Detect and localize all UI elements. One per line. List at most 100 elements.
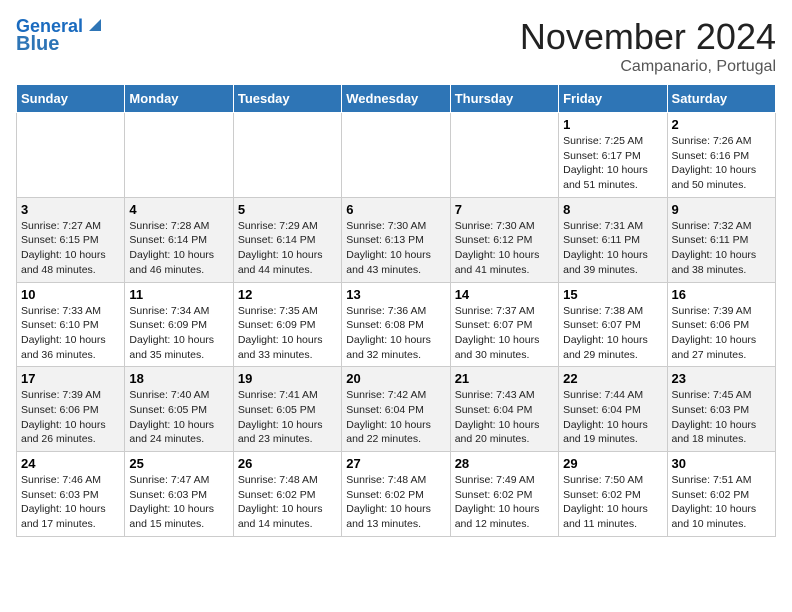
day-number: 19 (238, 371, 337, 386)
day-number: 28 (455, 456, 554, 471)
calendar-day-cell: 9Sunrise: 7:32 AM Sunset: 6:11 PM Daylig… (667, 197, 775, 282)
day-number: 1 (563, 117, 662, 132)
calendar-day-cell: 19 Sunrise: 7:41 AM Sunset: 6:05 PM Dayli… (233, 367, 341, 452)
day-info: Sunrise: 7:33 AM Sunset: 6:10 PM Dayligh… (21, 304, 120, 363)
weekday-header: Sunday (17, 85, 125, 113)
day-number: 12 (238, 287, 337, 302)
day-number: 17 (21, 371, 120, 386)
day-info: Sunrise: 7:30 AM Sunset: 6:12 PM Dayligh… (455, 219, 554, 278)
day-info: Sunrise: 7:38 AM Sunset: 6:07 PM Dayligh… (563, 304, 662, 363)
day-info: Sunrise: 7:27 AM Sunset: 6:15 PM Dayligh… (21, 219, 120, 278)
day-number: 22 (563, 371, 662, 386)
logo-arrow-icon (85, 15, 105, 35)
day-number: 20 (346, 371, 445, 386)
day-number: 11 (129, 287, 228, 302)
weekday-header: Friday (559, 85, 667, 113)
day-info: Sunrise: 7:47 AM Sunset: 6:03 PM Dayligh… (129, 473, 228, 532)
day-number: 13 (346, 287, 445, 302)
calendar-day-cell: 18Sunrise: 7:40 AM Sunset: 6:05 PM Dayli… (125, 367, 233, 452)
calendar-header-row: SundayMondayTuesdayWednesdayThursdayFrid… (17, 85, 776, 113)
day-number: 27 (346, 456, 445, 471)
calendar-day-cell: 23 Sunrise: 7:45 AM Sunset: 6:03 PM Dayli… (667, 367, 775, 452)
calendar-day-cell: 25 Sunrise: 7:47 AM Sunset: 6:03 PM Dayli… (125, 452, 233, 537)
day-info: Sunrise: 7:41 AM Sunset: 6:05 PM Dayligh… (238, 388, 337, 447)
calendar-day-cell: 22 Sunrise: 7:44 AM Sunset: 6:04 PM Dayli… (559, 367, 667, 452)
day-number: 5 (238, 202, 337, 217)
weekday-header: Saturday (667, 85, 775, 113)
page-header: General Blue November 2024 Campanario, P… (16, 16, 776, 76)
day-number: 18 (129, 371, 228, 386)
calendar-day-cell: 7 Sunrise: 7:30 AM Sunset: 6:12 PM Daylig… (450, 197, 558, 282)
day-number: 21 (455, 371, 554, 386)
day-number: 8 (563, 202, 662, 217)
calendar-day-cell: 14 Sunrise: 7:37 AM Sunset: 6:07 PM Dayli… (450, 282, 558, 367)
day-info: Sunrise: 7:46 AM Sunset: 6:03 PM Dayligh… (21, 473, 120, 532)
calendar-week-row: 3 Sunrise: 7:27 AM Sunset: 6:15 PM Daylig… (17, 197, 776, 282)
calendar-week-row: 24 Sunrise: 7:46 AM Sunset: 6:03 PM Dayli… (17, 452, 776, 537)
calendar-day-cell: 30 Sunrise: 7:51 AM Sunset: 6:02 PM Dayli… (667, 452, 775, 537)
calendar-day-cell: 5 Sunrise: 7:29 AM Sunset: 6:14 PM Daylig… (233, 197, 341, 282)
calendar-day-cell: 20 Sunrise: 7:42 AM Sunset: 6:04 PM Dayli… (342, 367, 450, 452)
day-number: 29 (563, 456, 662, 471)
location: Campanario, Portugal (520, 58, 776, 76)
day-number: 15 (563, 287, 662, 302)
day-info: Sunrise: 7:39 AM Sunset: 6:06 PM Dayligh… (21, 388, 120, 447)
weekday-header: Thursday (450, 85, 558, 113)
day-info: Sunrise: 7:35 AM Sunset: 6:09 PM Dayligh… (238, 304, 337, 363)
day-info: Sunrise: 7:37 AM Sunset: 6:07 PM Dayligh… (455, 304, 554, 363)
day-number: 24 (21, 456, 120, 471)
day-info: Sunrise: 7:48 AM Sunset: 6:02 PM Dayligh… (346, 473, 445, 532)
calendar-week-row: 10 Sunrise: 7:33 AM Sunset: 6:10 PM Dayli… (17, 282, 776, 367)
calendar-day-cell: 15 Sunrise: 7:38 AM Sunset: 6:07 PM Dayli… (559, 282, 667, 367)
calendar-day-cell: 12 Sunrise: 7:35 AM Sunset: 6:09 PM Dayli… (233, 282, 341, 367)
calendar-day-cell: 8 Sunrise: 7:31 AM Sunset: 6:11 PM Daylig… (559, 197, 667, 282)
calendar-day-cell: 3 Sunrise: 7:27 AM Sunset: 6:15 PM Daylig… (17, 197, 125, 282)
calendar-week-row: 1 Sunrise: 7:25 AM Sunset: 6:17 PM Daylig… (17, 113, 776, 198)
calendar-table: SundayMondayTuesdayWednesdayThursdayFrid… (16, 84, 776, 537)
calendar-day-cell (17, 113, 125, 198)
day-number: 2 (672, 117, 771, 132)
calendar-day-cell: 17 Sunrise: 7:39 AM Sunset: 6:06 PM Dayli… (17, 367, 125, 452)
day-number: 30 (672, 456, 771, 471)
calendar-day-cell: 28 Sunrise: 7:49 AM Sunset: 6:02 PM Dayli… (450, 452, 558, 537)
weekday-header: Wednesday (342, 85, 450, 113)
day-info: Sunrise: 7:48 AM Sunset: 6:02 PM Dayligh… (238, 473, 337, 532)
calendar-day-cell: 29Sunrise: 7:50 AM Sunset: 6:02 PM Dayli… (559, 452, 667, 537)
day-number: 23 (672, 371, 771, 386)
day-number: 16 (672, 287, 771, 302)
day-info: Sunrise: 7:42 AM Sunset: 6:04 PM Dayligh… (346, 388, 445, 447)
day-info: Sunrise: 7:49 AM Sunset: 6:02 PM Dayligh… (455, 473, 554, 532)
title-block: November 2024 Campanario, Portugal (520, 16, 776, 76)
day-info: Sunrise: 7:34 AM Sunset: 6:09 PM Dayligh… (129, 304, 228, 363)
calendar-day-cell: 26Sunrise: 7:48 AM Sunset: 6:02 PM Dayli… (233, 452, 341, 537)
day-info: Sunrise: 7:43 AM Sunset: 6:04 PM Dayligh… (455, 388, 554, 447)
logo-blue-text: Blue (16, 33, 59, 56)
calendar-day-cell: 16 Sunrise: 7:39 AM Sunset: 6:06 PM Dayli… (667, 282, 775, 367)
calendar-day-cell (450, 113, 558, 198)
logo: General Blue (16, 16, 105, 56)
day-number: 7 (455, 202, 554, 217)
day-info: Sunrise: 7:39 AM Sunset: 6:06 PM Dayligh… (672, 304, 771, 363)
calendar-day-cell: 10 Sunrise: 7:33 AM Sunset: 6:10 PM Dayli… (17, 282, 125, 367)
day-info: Sunrise: 7:31 AM Sunset: 6:11 PM Dayligh… (563, 219, 662, 278)
day-info: Sunrise: 7:28 AM Sunset: 6:14 PM Dayligh… (129, 219, 228, 278)
day-info: Sunrise: 7:30 AM Sunset: 6:13 PM Dayligh… (346, 219, 445, 278)
day-number: 25 (129, 456, 228, 471)
day-info: Sunrise: 7:51 AM Sunset: 6:02 PM Dayligh… (672, 473, 771, 532)
calendar-day-cell: 24 Sunrise: 7:46 AM Sunset: 6:03 PM Dayli… (17, 452, 125, 537)
day-info: Sunrise: 7:44 AM Sunset: 6:04 PM Dayligh… (563, 388, 662, 447)
calendar-day-cell (233, 113, 341, 198)
day-info: Sunrise: 7:25 AM Sunset: 6:17 PM Dayligh… (563, 134, 662, 193)
calendar-week-row: 17 Sunrise: 7:39 AM Sunset: 6:06 PM Dayli… (17, 367, 776, 452)
day-info: Sunrise: 7:26 AM Sunset: 6:16 PM Dayligh… (672, 134, 771, 193)
weekday-header: Tuesday (233, 85, 341, 113)
calendar-day-cell: 27 Sunrise: 7:48 AM Sunset: 6:02 PM Dayli… (342, 452, 450, 537)
day-info: Sunrise: 7:45 AM Sunset: 6:03 PM Dayligh… (672, 388, 771, 447)
day-info: Sunrise: 7:29 AM Sunset: 6:14 PM Dayligh… (238, 219, 337, 278)
day-number: 6 (346, 202, 445, 217)
day-number: 10 (21, 287, 120, 302)
calendar-day-cell: 4Sunrise: 7:28 AM Sunset: 6:14 PM Daylig… (125, 197, 233, 282)
day-number: 3 (21, 202, 120, 217)
weekday-header: Monday (125, 85, 233, 113)
day-number: 14 (455, 287, 554, 302)
